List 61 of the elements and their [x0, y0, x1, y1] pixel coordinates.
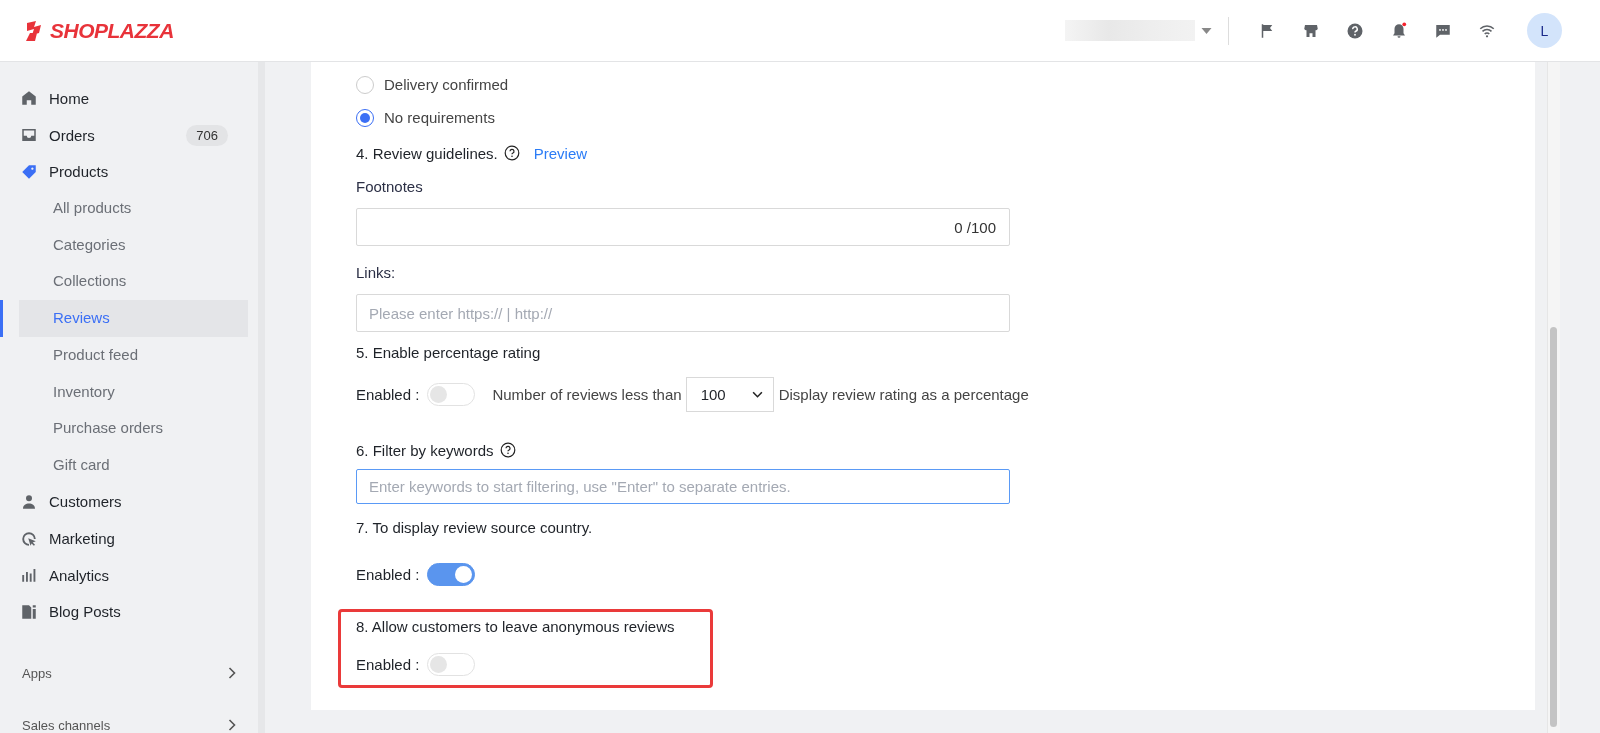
help-icon[interactable] [503, 145, 520, 161]
bell-icon[interactable] [1390, 21, 1408, 40]
nav-item[interactable]: Products [0, 153, 258, 191]
user-avatar[interactable]: L [1527, 13, 1562, 48]
preview-link[interactable]: Preview [533, 144, 588, 162]
section-title: 6. Filter by keywords [356, 441, 494, 459]
help-icon[interactable] [499, 442, 516, 458]
enabled-label: Enabled : [356, 655, 420, 673]
radio-option[interactable]: Delivery confirmed [356, 68, 1535, 101]
section-title: 7. To display review source country. [356, 519, 594, 538]
section-label: Apps [22, 665, 52, 681]
nav-label: Blog Posts [49, 603, 122, 621]
nav-subitem[interactable]: Collections [0, 263, 248, 301]
radio-option[interactable]: No requirements [356, 101, 1535, 134]
nav-item[interactable]: Blog Posts [0, 593, 258, 631]
section-link[interactable]: Apps [0, 658, 258, 689]
radio-label: No requirements [384, 109, 495, 126]
nav-label: Analytics [49, 566, 111, 584]
enabled-label: Enabled : [356, 385, 420, 403]
brand-name: SHOPLAZZA [50, 18, 174, 43]
section-title: 5. Enable percentage rating [356, 344, 542, 363]
nav-label: Customers [49, 493, 123, 511]
nav-item[interactable]: Orders 706 [0, 116, 258, 154]
keywords-field[interactable]: Enter keywords to start filtering, use "Enter" to separate entries. [356, 469, 1010, 504]
nav-label: Marketing [49, 530, 116, 548]
nav-subitem[interactable]: Reviews [0, 300, 248, 337]
caret-icon [1201, 27, 1212, 34]
nav-subitem[interactable]: Purchase orders [0, 410, 248, 447]
enabled-label: Enabled : [356, 565, 420, 583]
count-badge: 706 [186, 124, 228, 146]
nav-subitem[interactable]: All products [0, 190, 248, 227]
rule-text: Display review rating as a percentage [778, 385, 1029, 403]
nav-label: Home [49, 89, 90, 107]
nav-item[interactable]: Home [0, 80, 258, 117]
section-link[interactable]: Sales channels [0, 710, 258, 733]
nav-item[interactable]: Customers [0, 483, 258, 521]
radio-label: Delivery confirmed [384, 76, 509, 93]
footnotes-field[interactable]: 0 /100 [356, 208, 1010, 246]
section-title: 4. Review guidelines. [356, 144, 498, 162]
nav-item[interactable]: Analytics [0, 556, 258, 594]
toggle-switch[interactable] [427, 562, 476, 586]
nav-subitem[interactable]: Product feed [0, 336, 248, 374]
nav-label: Products [49, 163, 110, 181]
field-label: Links: [356, 264, 397, 283]
nav-label: Orders [49, 126, 96, 144]
nav-subitem[interactable]: Gift card [0, 446, 248, 484]
nav-subitem[interactable]: Categories [0, 226, 248, 264]
field-label: Footnotes [356, 178, 424, 197]
chevron-right-icon [228, 667, 236, 680]
nav-item[interactable]: Marketing [0, 520, 258, 557]
links-field[interactable]: Please enter https:// | http:// [356, 294, 1010, 332]
nav-subitem[interactable]: Inventory [0, 373, 248, 411]
section-label: Sales channels [22, 717, 111, 733]
character-counter: 0 /100 [954, 218, 996, 236]
help-icon[interactable] [1346, 21, 1364, 40]
select-value: 100 [700, 385, 726, 403]
section-title: 8. Allow customers to leave anonymous reviews [356, 618, 676, 635]
chevron-right-icon [228, 719, 236, 732]
rule-text: Number of reviews less than [492, 385, 682, 403]
count-select[interactable]: 100 [685, 376, 774, 412]
chevron-down-icon [751, 390, 763, 398]
